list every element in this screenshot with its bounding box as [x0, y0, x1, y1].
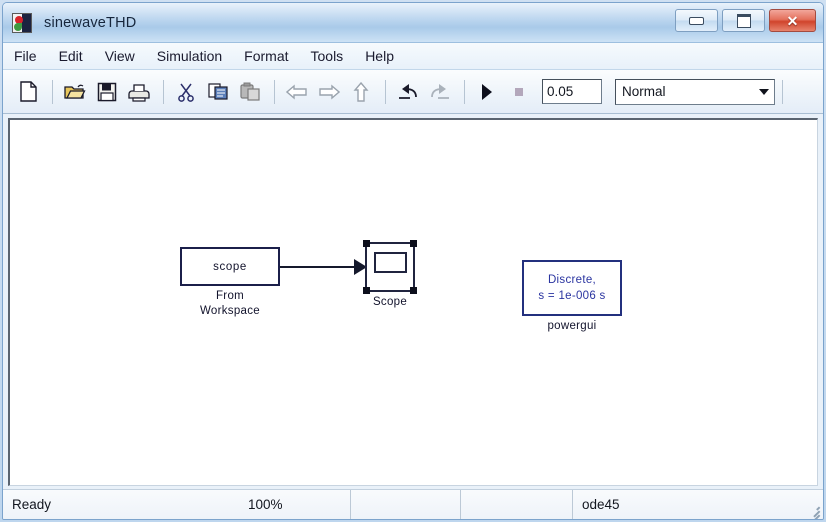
- toolbar-separator: [464, 79, 465, 104]
- open-model-button[interactable]: [60, 77, 90, 107]
- scope-block[interactable]: Scope: [363, 240, 417, 310]
- copy-button[interactable]: [203, 77, 233, 107]
- arrow-up-icon: [353, 81, 369, 102]
- toolbar-separator: [782, 79, 783, 104]
- selection-handle[interactable]: [363, 287, 370, 294]
- open-folder-icon: [64, 84, 86, 99]
- simulation-mode-value: Normal: [622, 84, 666, 99]
- window-controls: ✕: [675, 9, 816, 32]
- print-button[interactable]: [124, 77, 154, 107]
- powergui-block[interactable]: Discrete, s = 1e-006 s powergui: [522, 260, 622, 334]
- title-bar: sinewaveTHD ✕: [3, 3, 823, 43]
- close-icon: ✕: [786, 12, 799, 29]
- toolbar-separator: [274, 79, 275, 104]
- undo-icon: [399, 84, 417, 99]
- menu-tools[interactable]: Tools: [311, 46, 357, 66]
- printer-icon: [128, 83, 150, 102]
- maximize-icon: [736, 13, 751, 28]
- window-title: sinewaveTHD: [44, 14, 137, 31]
- powergui-line-1: Discrete,: [547, 274, 597, 286]
- redo-button[interactable]: [425, 77, 455, 107]
- zoom-level: 100%: [239, 490, 351, 519]
- canvas-area: scope From Workspace Scope Discrete, s =…: [3, 114, 823, 489]
- stop-icon: [515, 87, 523, 96]
- model-canvas[interactable]: scope From Workspace Scope Discrete, s =…: [8, 118, 818, 486]
- selection-handle[interactable]: [363, 240, 370, 247]
- copy-icon: [207, 83, 228, 100]
- menu-edit[interactable]: Edit: [59, 46, 96, 66]
- toolbar-separator: [385, 79, 386, 104]
- status-message: Ready: [12, 497, 52, 512]
- new-document-icon: [19, 81, 37, 102]
- menu-bar: File Edit View Simulation Format Tools H…: [3, 43, 823, 70]
- play-icon: [482, 83, 492, 100]
- from-workspace-label: From Workspace: [199, 290, 260, 317]
- up-level-button[interactable]: [346, 77, 376, 107]
- simulation-mode-dropdown[interactable]: Normal: [615, 78, 775, 105]
- from-workspace-variable: scope: [213, 260, 247, 273]
- simulink-model-window: sinewaveTHD ✕ File Edit View Simulation …: [0, 0, 826, 522]
- powergui-label: powergui: [547, 320, 597, 332]
- scope-label: Scope: [372, 296, 408, 308]
- close-button[interactable]: ✕: [769, 9, 816, 32]
- scissors-icon: [178, 83, 194, 102]
- solver-name: ode45: [582, 497, 620, 512]
- status-pane-3: [351, 490, 461, 519]
- cut-button[interactable]: [171, 77, 201, 107]
- forward-button[interactable]: [314, 77, 344, 107]
- menu-simulation[interactable]: Simulation: [157, 46, 235, 66]
- paste-button[interactable]: [235, 77, 265, 107]
- menu-format[interactable]: Format: [244, 46, 301, 66]
- toolbar-separator: [163, 79, 164, 104]
- from-workspace-body: scope: [180, 247, 280, 286]
- scope-body: [363, 240, 417, 294]
- minimize-button[interactable]: [675, 9, 718, 32]
- toolbar-separator: [52, 79, 53, 104]
- chevron-down-icon: [754, 80, 774, 104]
- signal-line: [280, 266, 355, 268]
- arrow-left-icon: [286, 83, 307, 100]
- new-model-button[interactable]: [13, 77, 43, 107]
- selection-handle[interactable]: [410, 240, 417, 247]
- stop-simulation-button[interactable]: [504, 77, 534, 107]
- window-frame: sinewaveTHD ✕ File Edit View Simulation …: [2, 2, 824, 520]
- resize-grip[interactable]: [806, 502, 820, 519]
- menu-view[interactable]: View: [105, 46, 148, 66]
- status-bar: Ready 100% ode45: [3, 489, 823, 519]
- maximize-button[interactable]: [722, 9, 765, 32]
- toolbar: 0.05 Normal: [3, 70, 823, 114]
- from-workspace-block[interactable]: scope From Workspace: [180, 247, 280, 319]
- powergui-body: Discrete, s = 1e-006 s: [522, 260, 622, 316]
- menu-help[interactable]: Help: [365, 46, 407, 66]
- start-simulation-button[interactable]: [472, 77, 502, 107]
- paste-icon: [239, 82, 260, 101]
- undo-button[interactable]: [393, 77, 423, 107]
- menu-file[interactable]: File: [14, 46, 50, 66]
- minimize-icon: [689, 16, 704, 25]
- save-model-button[interactable]: [92, 77, 122, 107]
- arrow-right-icon: [319, 83, 340, 100]
- simulink-icon: [12, 12, 32, 33]
- redo-icon: [431, 84, 449, 99]
- status-pane-4: [461, 490, 573, 519]
- simulation-stop-time-input[interactable]: 0.05: [542, 79, 602, 104]
- powergui-line-2: s = 1e-006 s: [538, 290, 606, 302]
- back-button[interactable]: [282, 77, 312, 107]
- scope-screen: [374, 252, 407, 273]
- save-disk-icon: [97, 82, 117, 101]
- selection-handle[interactable]: [410, 287, 417, 294]
